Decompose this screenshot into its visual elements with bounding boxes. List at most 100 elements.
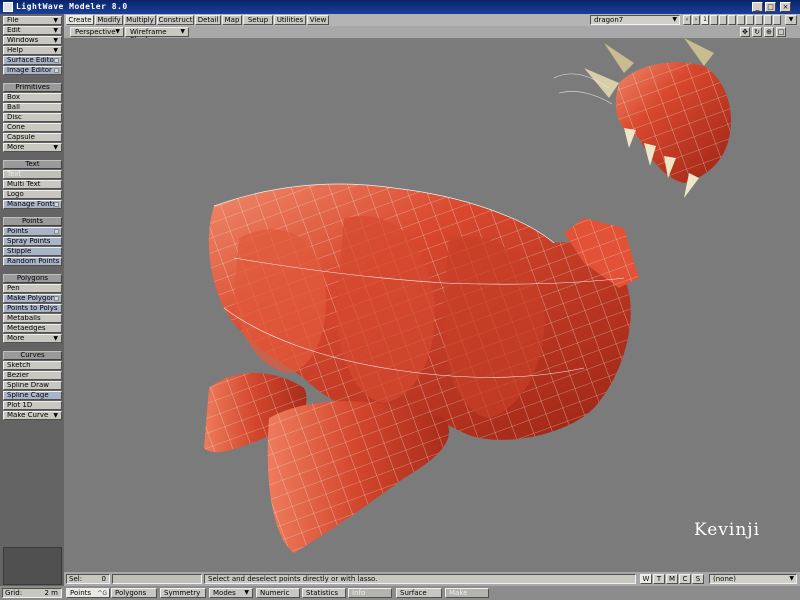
tool-plot-1d[interactable]: Plot 1D bbox=[3, 401, 62, 410]
render-mode-dropdown[interactable]: Wireframe Shade▼ bbox=[125, 27, 189, 44]
image-editor-label: Image Editor bbox=[7, 66, 52, 74]
tool-points-to-polys[interactable]: Points to Polys bbox=[3, 304, 62, 313]
chevron-down-icon: ▼ bbox=[672, 16, 677, 23]
layer-1-button[interactable]: 1 bbox=[701, 15, 709, 25]
grid-value: 2 m bbox=[44, 589, 59, 597]
layer-next-button[interactable]: › bbox=[692, 15, 700, 25]
polygons-more-button[interactable]: More ▼ bbox=[3, 334, 62, 343]
maximize-button[interactable]: □ bbox=[765, 2, 776, 12]
tool-text[interactable]: Text bbox=[3, 170, 62, 179]
primitives-more-button[interactable]: More ▼ bbox=[3, 143, 62, 152]
layer-6-button[interactable] bbox=[746, 15, 754, 25]
tool-make-polygon[interactable]: Make Polygon bbox=[3, 294, 62, 303]
menu-file[interactable]: File ▼ bbox=[3, 16, 62, 25]
tool-stipple[interactable]: Stipple bbox=[3, 247, 62, 256]
tool-cone[interactable]: Cone bbox=[3, 123, 62, 132]
wtmcs-m-button[interactable]: M bbox=[666, 574, 678, 584]
make-curve-button[interactable]: Make Curve ▼ bbox=[3, 411, 62, 420]
wtmcs-t-button[interactable]: T bbox=[653, 574, 665, 584]
chevron-down-icon: ▼ bbox=[244, 589, 249, 596]
polygons-mode-button[interactable]: Polygons bbox=[111, 588, 157, 598]
tab-map[interactable]: Map bbox=[222, 15, 242, 25]
tool-box[interactable]: Box bbox=[3, 93, 62, 102]
menu-edit[interactable]: Edit ▼ bbox=[3, 26, 62, 35]
tool-ball[interactable]: Ball bbox=[3, 103, 62, 112]
chevron-down-icon: ▼ bbox=[115, 28, 120, 35]
selection-count: Sel: 0 bbox=[66, 574, 110, 584]
tool-points[interactable]: Points bbox=[3, 227, 62, 236]
make-button[interactable]: Make bbox=[445, 588, 489, 598]
status-bar: Sel: 0 Select and deselect points directl… bbox=[64, 572, 800, 586]
wtmcs-s-button[interactable]: S bbox=[692, 574, 704, 584]
tab-setup[interactable]: Setup bbox=[243, 15, 273, 25]
surface-value: (none) bbox=[713, 575, 736, 583]
app-icon bbox=[3, 2, 13, 12]
tool-metaedges[interactable]: Metaedges bbox=[3, 324, 62, 333]
tab-create[interactable]: Create bbox=[66, 15, 94, 25]
rotate-view-icon[interactable]: ↻ bbox=[752, 27, 762, 37]
maximize-view-icon[interactable]: □ bbox=[776, 27, 786, 37]
move-view-icon[interactable]: ✥ bbox=[740, 27, 750, 37]
tool-spline-draw[interactable]: Spline Draw bbox=[3, 381, 62, 390]
layer-9-button[interactable] bbox=[773, 15, 781, 25]
statistics-button[interactable]: Statistics bbox=[302, 588, 346, 598]
zoom-view-icon[interactable]: ⊕ bbox=[764, 27, 774, 37]
tab-modify[interactable]: Modify bbox=[95, 15, 123, 25]
points-mode-button[interactable]: Points ^G bbox=[66, 588, 110, 598]
info-button[interactable]: Info bbox=[348, 588, 392, 598]
minimize-button[interactable]: _ bbox=[752, 2, 763, 12]
layer-7-button[interactable] bbox=[755, 15, 763, 25]
tool-sketch[interactable]: Sketch bbox=[3, 361, 62, 370]
sel-value: 0 bbox=[101, 575, 106, 583]
tool-capsule[interactable]: Capsule bbox=[3, 133, 62, 142]
image-editor-button[interactable]: Image Editor bbox=[3, 66, 62, 75]
wtmcs-w-button[interactable]: W bbox=[640, 574, 652, 584]
polygons-more-label: More bbox=[7, 334, 25, 342]
tool-multi-text[interactable]: Multi Text bbox=[3, 180, 62, 189]
layer-3-button[interactable] bbox=[719, 15, 727, 25]
object-selector[interactable]: dragon7 ▼ bbox=[590, 15, 680, 25]
tool-make-polygon-label: Make Polygon bbox=[7, 294, 56, 302]
tool-disc[interactable]: Disc bbox=[3, 113, 62, 122]
layer-2-button[interactable] bbox=[710, 15, 718, 25]
menu-windows[interactable]: Windows ▼ bbox=[3, 36, 62, 45]
chevron-down-icon: ▼ bbox=[789, 575, 794, 582]
tool-metaballs[interactable]: Metaballs bbox=[3, 314, 62, 323]
close-button[interactable]: × bbox=[780, 2, 791, 12]
layer-8-button[interactable] bbox=[764, 15, 772, 25]
tool-spray-points[interactable]: Spray Points bbox=[3, 237, 62, 246]
menu-help[interactable]: Help ▼ bbox=[3, 46, 62, 55]
tool-sidebar: File ▼ Edit ▼ Windows ▼ Help ▼ Surface Edito… bbox=[0, 14, 64, 586]
tool-pen[interactable]: Pen bbox=[3, 284, 62, 293]
surface-button[interactable]: Surface bbox=[396, 588, 442, 598]
numeric-button[interactable]: Numeric bbox=[256, 588, 300, 598]
layer-menu-button[interactable]: ▼ bbox=[785, 15, 797, 25]
tool-spline-cage[interactable]: Spline Cage bbox=[3, 391, 62, 400]
tab-detail[interactable]: Detail bbox=[195, 15, 221, 25]
surface-editor-button[interactable]: Surface Editor bbox=[3, 56, 62, 65]
tab-construct[interactable]: Construct bbox=[157, 15, 194, 25]
layer-5-button[interactable] bbox=[737, 15, 745, 25]
grid-label: Grid: bbox=[5, 589, 23, 597]
manage-fonts-button[interactable]: Manage Fonts bbox=[3, 200, 62, 209]
layer-prev-button[interactable]: ‹ bbox=[683, 15, 691, 25]
tool-bezier[interactable]: Bezier bbox=[3, 371, 62, 380]
3d-viewport[interactable]: Kevinji bbox=[64, 38, 800, 572]
tab-view[interactable]: View bbox=[307, 15, 329, 25]
window-title: LightWave Modeler 8.0 bbox=[16, 2, 128, 11]
menu-windows-label: Windows bbox=[7, 36, 39, 44]
sidebar-preview-panel bbox=[3, 547, 62, 585]
viewport-header: Perspective▼ Wireframe Shade▼ ✥ ↻ ⊕ □ bbox=[64, 26, 800, 44]
symmetry-toggle[interactable]: Symmetry bbox=[160, 588, 206, 598]
surface-selector[interactable]: (none) ▼ bbox=[709, 574, 797, 584]
selection-info-field bbox=[112, 574, 202, 584]
wtmcs-c-button[interactable]: C bbox=[679, 574, 691, 584]
tool-random-points[interactable]: Random Points bbox=[3, 257, 62, 266]
tab-utilities[interactable]: Utilities bbox=[274, 15, 306, 25]
layer-4-button[interactable] bbox=[728, 15, 736, 25]
projection-dropdown[interactable]: Perspective ▼ bbox=[70, 27, 124, 37]
curves-header: Curves bbox=[3, 351, 62, 360]
modes-dropdown[interactable]: Modes ▼ bbox=[209, 588, 253, 598]
tab-multiply[interactable]: Multiply bbox=[124, 15, 156, 25]
tool-logo[interactable]: Logo bbox=[3, 190, 62, 199]
